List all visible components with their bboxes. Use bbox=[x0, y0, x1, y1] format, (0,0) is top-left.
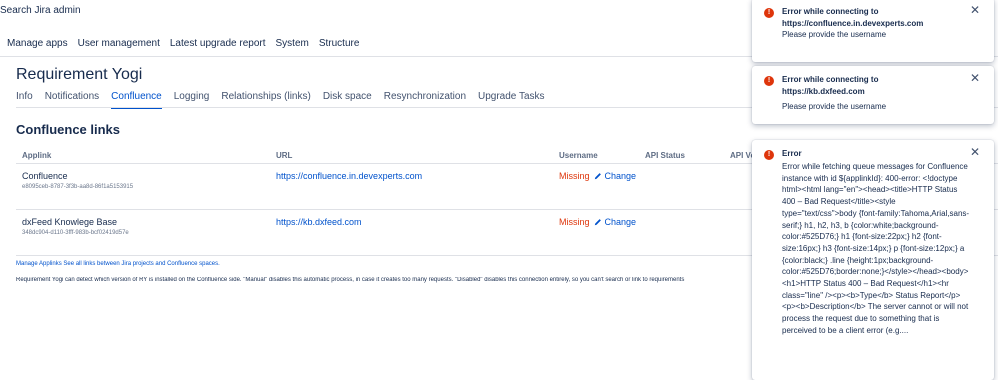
page-title: Requirement Yogi bbox=[16, 66, 143, 83]
column-header-url: URL bbox=[276, 151, 293, 160]
applink-url[interactable]: https://confluence.in.devexperts.com bbox=[276, 171, 422, 181]
error-flag: ! Error while connecting to https://kb.d… bbox=[752, 66, 994, 124]
manage-applinks-link[interactable]: Manage Applinks bbox=[16, 261, 62, 267]
username-cell: Missing Change bbox=[559, 217, 636, 227]
flag-body: Please provide the username bbox=[782, 102, 887, 111]
flag-title: Error bbox=[782, 149, 802, 158]
applink-name: dxFeed Knowlege Base bbox=[22, 217, 118, 227]
pencil-icon bbox=[594, 173, 601, 180]
error-icon: ! bbox=[764, 150, 774, 160]
detection-description: Requirement Yogi can detect which versio… bbox=[16, 277, 685, 283]
close-icon[interactable]: ✕ bbox=[970, 71, 980, 85]
change-username-button[interactable]: Change bbox=[594, 217, 637, 227]
close-icon[interactable]: ✕ bbox=[970, 3, 980, 17]
flag-body: Error while fetching queue messages for … bbox=[782, 162, 970, 335]
flag-body: Please provide the username bbox=[782, 30, 887, 39]
flag-title: Error while connecting to https://conflu… bbox=[782, 7, 924, 28]
nav-system[interactable]: System bbox=[276, 38, 309, 49]
see-all-links-link[interactable]: See all links between Jira projects and … bbox=[63, 261, 219, 267]
change-username-button[interactable]: Change bbox=[594, 171, 637, 181]
username-missing: Missing bbox=[559, 171, 590, 181]
error-icon: ! bbox=[764, 8, 774, 18]
nav-latest-upgrade-report[interactable]: Latest upgrade report bbox=[170, 38, 266, 49]
applink-name: Confluence bbox=[22, 171, 68, 181]
search-jira-admin[interactable]: Search Jira admin bbox=[0, 5, 81, 16]
change-label: Change bbox=[604, 217, 637, 227]
column-header-applink: Applink bbox=[22, 151, 52, 160]
column-header-username: Username bbox=[559, 151, 598, 160]
username-cell: Missing Change bbox=[559, 171, 636, 181]
error-flag: ! Error Error while fetching queue messa… bbox=[752, 140, 994, 380]
applink-url[interactable]: https://kb.dxfeed.com bbox=[276, 217, 362, 227]
footer-links: Manage Applinks See all links between Ji… bbox=[16, 261, 220, 267]
pencil-icon bbox=[594, 219, 601, 226]
username-missing: Missing bbox=[559, 217, 590, 227]
close-icon[interactable]: ✕ bbox=[970, 145, 980, 159]
applink-id: e8095ceb-8787-3f3b-aa8d-86f1a5153915 bbox=[22, 184, 134, 190]
applink-id: 348dc904-d110-3fff-983b-bcf02419d57e bbox=[22, 230, 129, 236]
column-header-api-status: API Status bbox=[645, 151, 686, 160]
error-flag: ! Error while connecting to https://conf… bbox=[752, 0, 994, 62]
admin-nav: Manage apps User management Latest upgra… bbox=[7, 38, 359, 49]
nav-manage-apps[interactable]: Manage apps bbox=[7, 38, 68, 49]
nav-user-management[interactable]: User management bbox=[78, 38, 160, 49]
nav-structure[interactable]: Structure bbox=[319, 38, 360, 49]
section-title: Confluence links bbox=[16, 122, 121, 137]
error-icon: ! bbox=[764, 76, 774, 86]
change-label: Change bbox=[604, 171, 637, 181]
flag-title: Error while connecting to https://kb.dxf… bbox=[782, 75, 879, 96]
